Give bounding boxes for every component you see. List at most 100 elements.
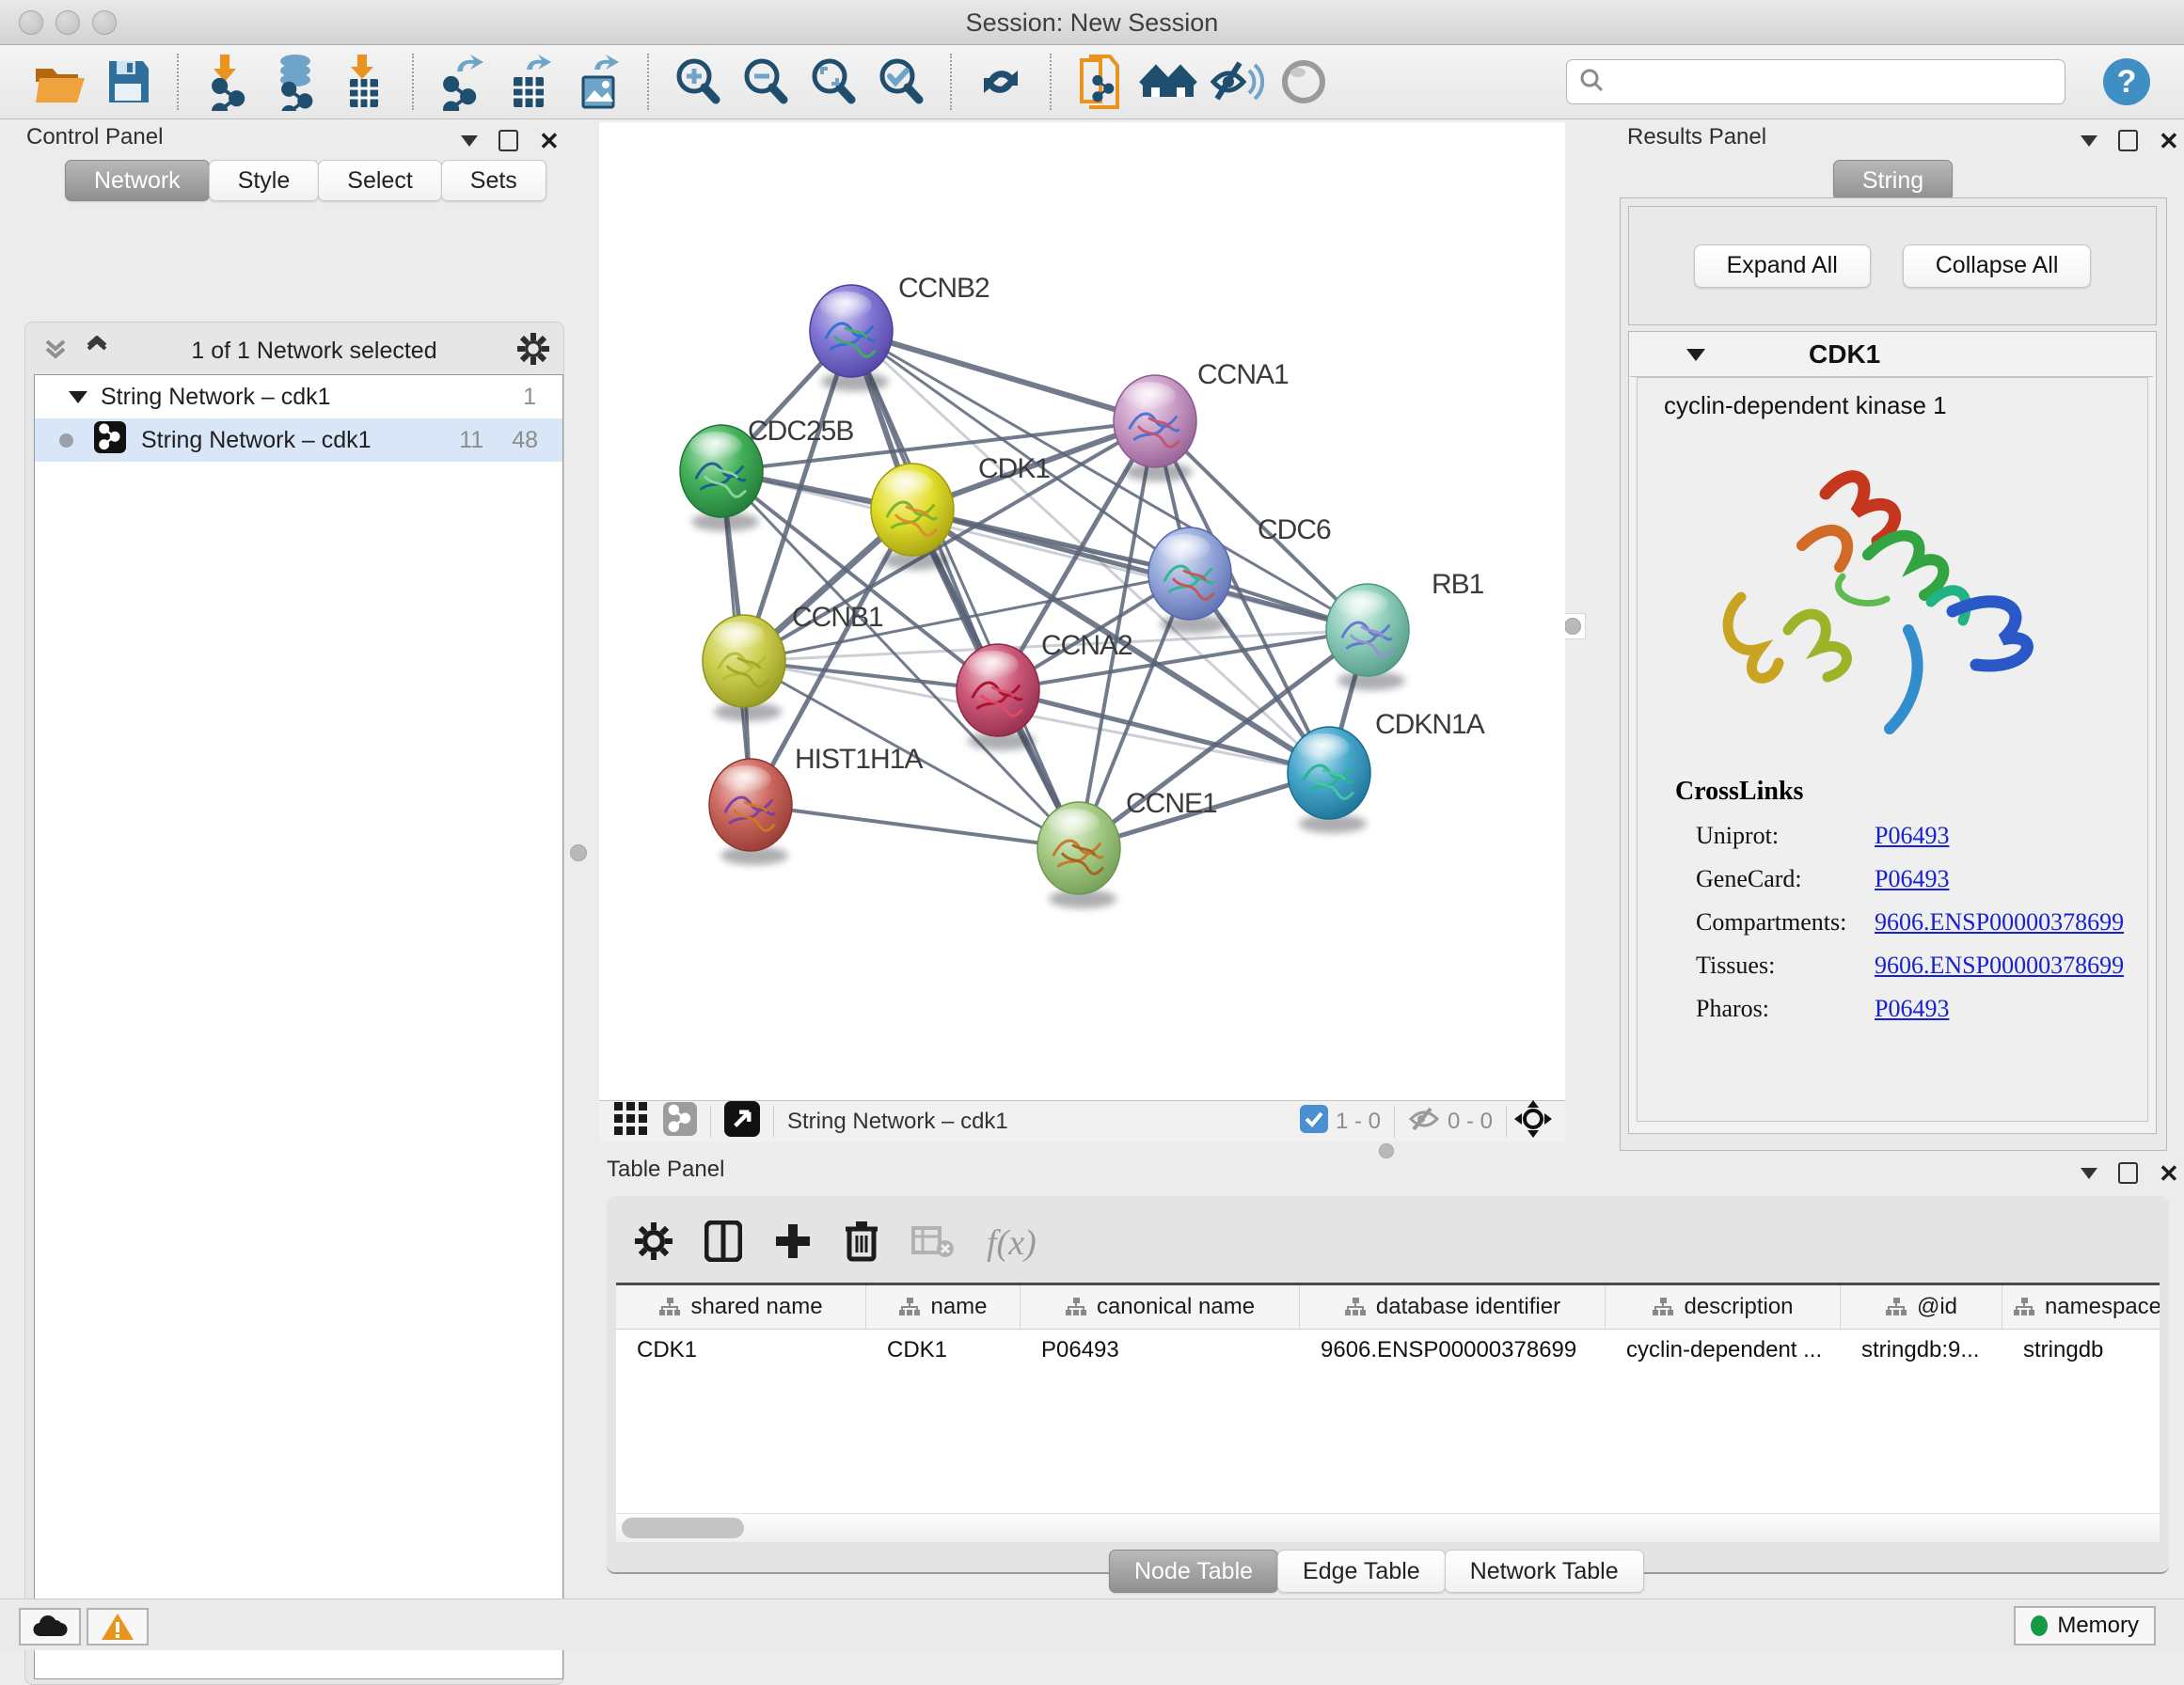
results-panel-menu-icon[interactable] [2081,135,2097,147]
warnings-button[interactable] [87,1608,149,1646]
tab-edge-table[interactable]: Edge Table [1277,1550,1446,1593]
selected-checkbox-icon[interactable] [1300,1105,1328,1140]
control-panel-close-icon[interactable]: ✕ [539,132,560,150]
edge-HIST1H1A-CCNE1[interactable] [751,805,1079,848]
zoom-out-button[interactable] [736,53,795,111]
tab-select[interactable]: Select [318,160,441,201]
scrollbar-thumb[interactable] [622,1518,744,1538]
navigator-crosshair-icon[interactable] [1514,1100,1552,1144]
gene-collapse-icon[interactable] [1686,349,1705,361]
table-panel-menu-icon[interactable] [2081,1168,2097,1179]
node-label-CCNB2: CCNB2 [898,273,989,304]
node-CCNE1[interactable]: CCNE1 [1037,788,1217,908]
column-header-@id[interactable]: @id [1841,1285,2002,1329]
network-row[interactable]: String Network – cdk1 11 48 [35,418,562,462]
table-panel-close-icon[interactable]: ✕ [2159,1164,2179,1183]
results-panel: Results Panel ✕ String Expand All Collap… [1610,122,2176,1152]
collapse-all-button[interactable]: Collapse All [1903,244,2092,288]
left-splitter-handle[interactable] [570,844,587,861]
node-table: shared namenamecanonical namedatabase id… [616,1283,2160,1513]
node-CDK1[interactable]: CDK1 [871,453,1050,570]
tab-style[interactable]: Style [209,160,320,201]
glass-effect-toggle-button[interactable] [1274,53,1333,111]
table-options-gear-icon[interactable] [635,1222,673,1265]
cloud-status-button[interactable] [19,1608,81,1646]
export-image-button[interactable] [569,53,627,111]
column-header-namespace[interactable]: namespace [2002,1285,2160,1329]
collapse-all-networks-icon[interactable] [41,336,70,367]
memory-button[interactable]: Memory [2014,1606,2156,1646]
column-header-database-identifier[interactable]: database identifier [1300,1285,1606,1329]
column-header-canonical-name[interactable]: canonical name [1021,1285,1300,1329]
crosslink-link[interactable]: 9606.ENSP00000378699 [1875,908,2124,937]
grid-view-icon[interactable] [614,1102,648,1142]
refresh-button[interactable] [972,53,1030,111]
import-table-button[interactable] [334,53,392,111]
edge-CCNB2-CCNA1[interactable] [851,331,1155,421]
cloud-icon [31,1614,69,1640]
birds-eye-view-icon[interactable] [724,1101,760,1143]
import-network-database-button[interactable] [266,53,324,111]
tree-collapse-icon[interactable] [69,391,87,403]
tab-network-table[interactable]: Network Table [1445,1550,1644,1593]
document-network-button[interactable] [1071,53,1130,111]
expand-all-button[interactable]: Expand All [1694,244,1871,288]
current-network-title: String Network – cdk1 [787,1109,1008,1135]
crosslink-link[interactable]: 9606.ENSP00000378699 [1875,952,2124,980]
add-column-icon[interactable] [774,1220,812,1267]
results-panel-float-icon[interactable] [2118,130,2138,151]
export-network-button[interactable] [434,53,492,111]
results-panel-title: Results Panel [1627,124,1766,150]
table-row[interactable]: CDK1CDK1P064939606.ENSP00000378699cyclin… [616,1330,2160,1371]
crosslink-link[interactable]: P06493 [1875,995,1949,1023]
crosslink-link[interactable]: P06493 [1875,822,1949,850]
results-panel-close-icon[interactable]: ✕ [2159,132,2179,150]
gene-name: CDK1 [1809,339,1880,370]
import-network-file-button[interactable] [198,53,257,111]
column-header-description[interactable]: description [1606,1285,1841,1329]
crosslink-link[interactable]: P06493 [1875,865,1949,893]
node-CDKN1A[interactable]: CDKN1A [1288,709,1485,833]
expand-all-networks-icon[interactable] [83,336,111,367]
network-collection-row[interactable]: String Network – cdk1 1 [35,375,562,418]
tab-node-table[interactable]: Node Table [1109,1550,1278,1593]
node-CCNB1[interactable]: CCNB1 [703,602,883,721]
string-home-button[interactable] [1139,53,1197,111]
network-canvas[interactable]: CCNB2CCNA1CDC25BCDK1CDC6RB1CCNB1CCNA2CDK… [599,122,1565,1100]
tab-network[interactable]: Network [65,160,210,201]
control-panel-menu-icon[interactable] [461,135,478,147]
node-CCNA1[interactable]: CCNA1 [1114,359,1289,481]
node-RB1[interactable]: RB1 [1326,569,1484,690]
gene-details-scrollpane: CDK1 cyclin-dependent kinase 1 CrossLink… [1628,331,2157,1134]
node-HIST1H1A[interactable]: HIST1H1A [709,744,923,865]
export-table-button[interactable] [501,53,560,111]
column-header-name[interactable]: name [866,1285,1021,1329]
save-session-button[interactable] [99,53,157,111]
tab-string[interactable]: String [1833,160,1953,201]
node-CCNB2[interactable]: CCNB2 [810,273,989,391]
table-horizontal-scrollbar[interactable] [616,1514,2160,1542]
node-label-CDK1: CDK1 [978,453,1050,484]
zoom-in-button[interactable] [669,53,727,111]
tab-sets[interactable]: Sets [441,160,546,201]
help-button[interactable]: ? [2101,56,2152,107]
search-input[interactable] [1614,68,2053,96]
table-cell: CDK1 [866,1337,1021,1363]
node-CDC6[interactable]: CDC6 [1148,514,1331,634]
zoom-selected-button[interactable] [872,53,930,111]
search-icon [1578,67,1605,98]
search-box[interactable] [1566,59,2065,104]
network-view-toolbar: String Network – cdk1 1 - 0 0 - 0 [599,1100,1565,1142]
column-header-shared-name[interactable]: shared name [616,1285,866,1329]
delete-column-icon[interactable] [844,1220,879,1268]
open-session-button[interactable] [31,53,89,111]
show-columns-icon[interactable] [704,1220,742,1267]
network-view-icon[interactable] [663,1102,697,1142]
control-panel-float-icon[interactable] [499,130,518,151]
node-CDC25B[interactable]: CDC25B [680,416,853,531]
zoom-fit-button[interactable] [804,53,863,111]
network-options-gear-icon[interactable] [517,333,549,370]
table-panel-float-icon[interactable] [2118,1162,2138,1184]
node-label-RB1: RB1 [1432,569,1484,600]
string-style-toggle-button[interactable] [1207,53,1265,111]
